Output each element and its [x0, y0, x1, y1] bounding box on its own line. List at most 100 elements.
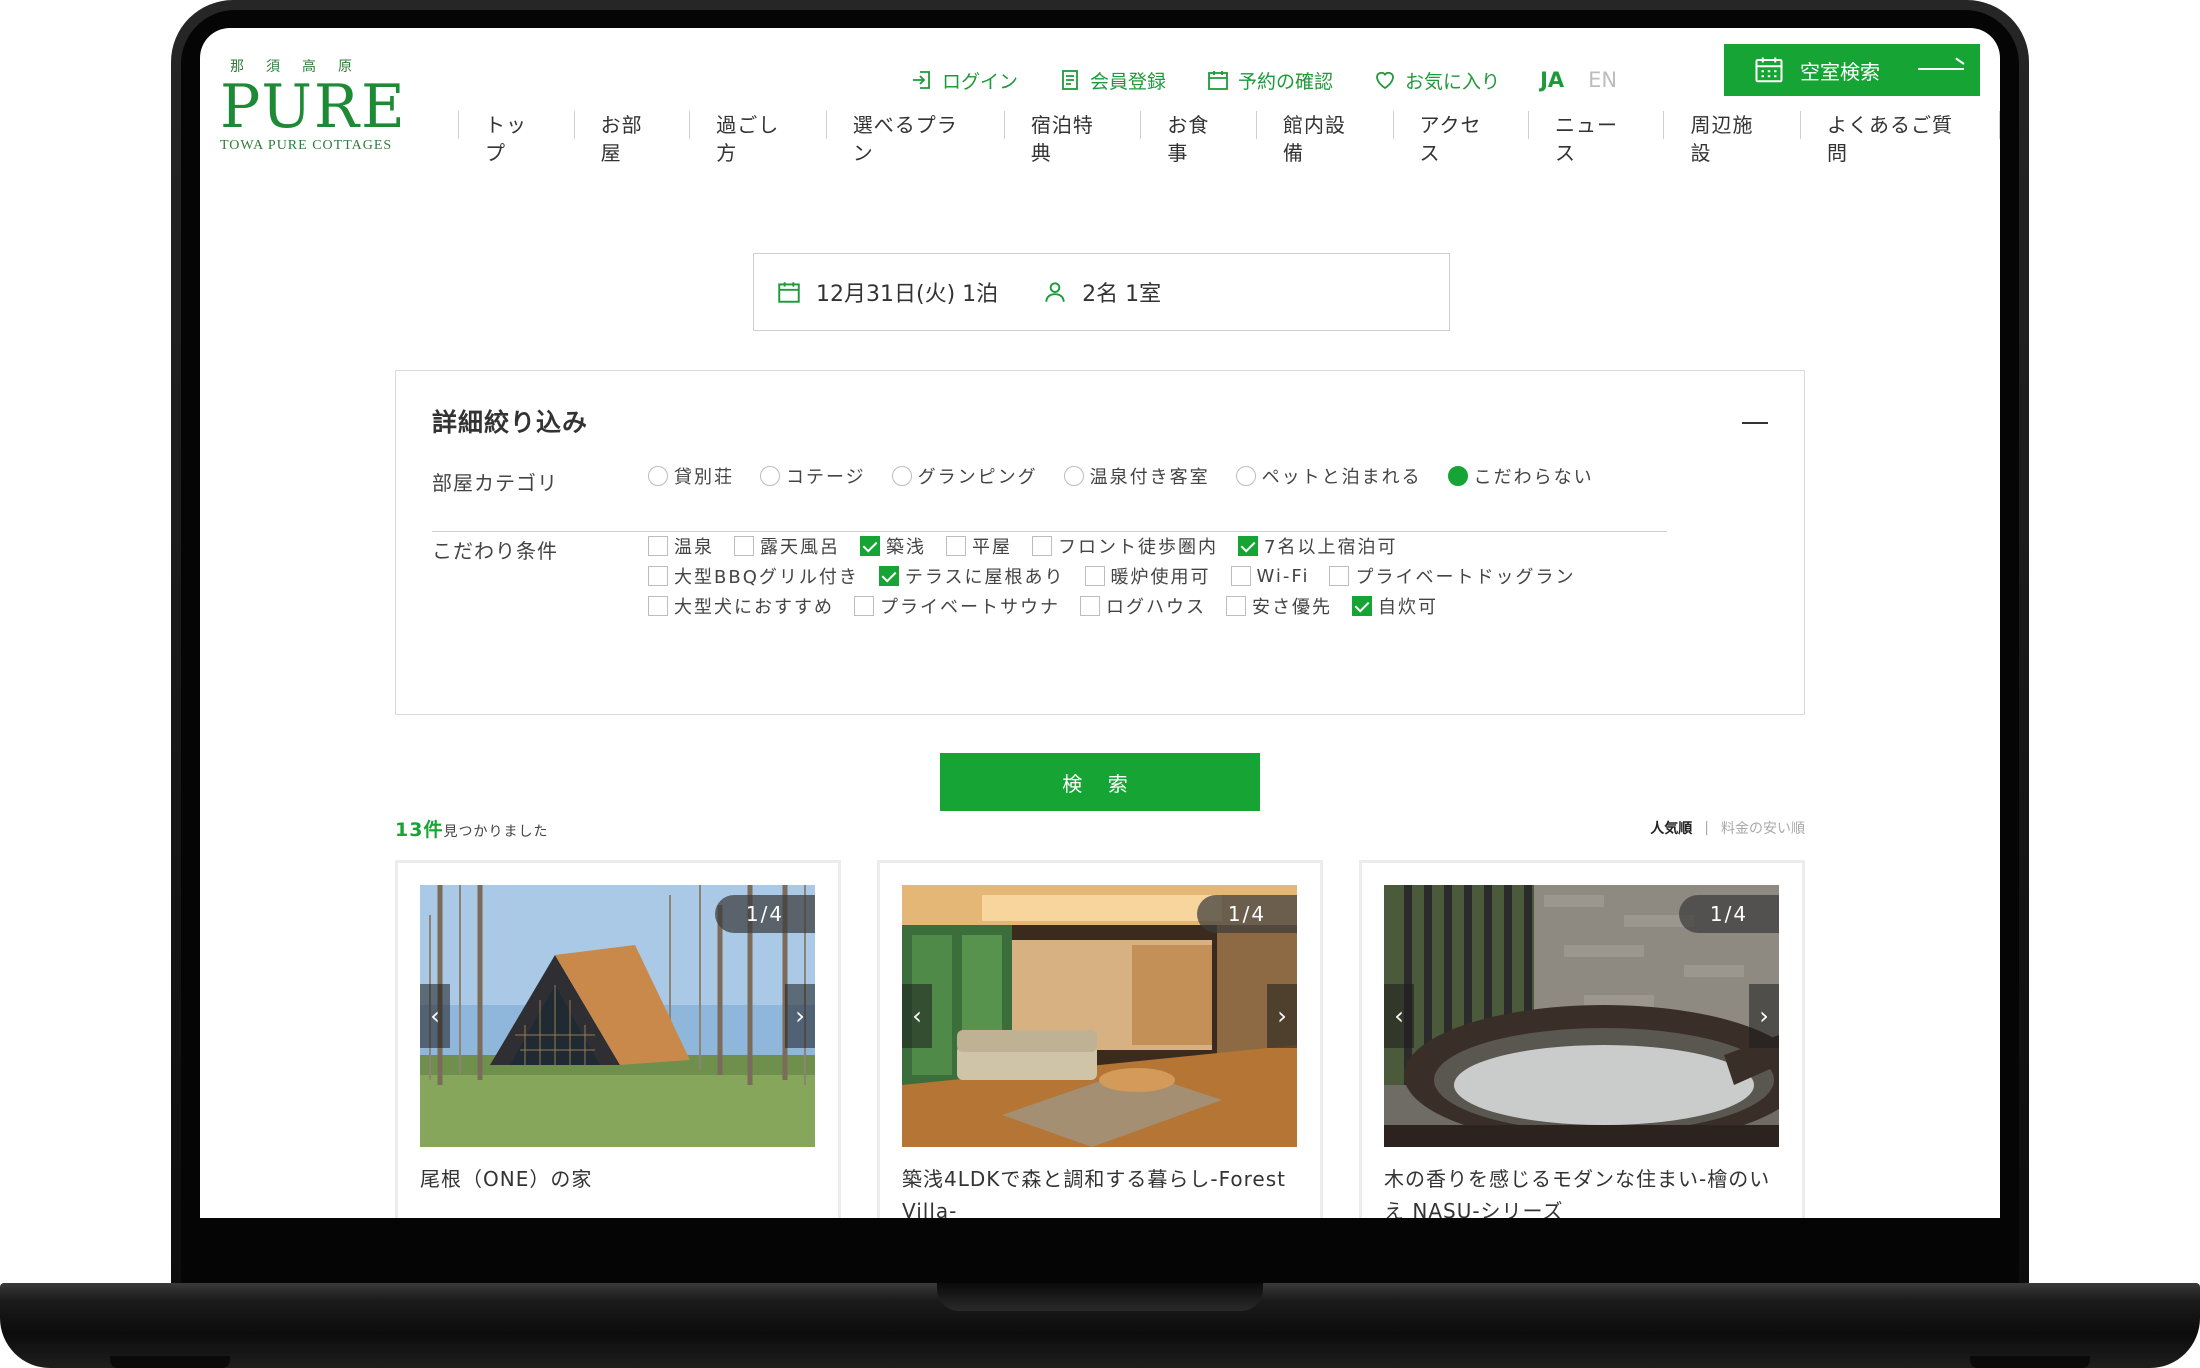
- room-card[interactable]: 1/4 ‹ › 築浅4LDKで森と調和する暮らし-Forest Villa-: [877, 860, 1323, 1218]
- condition-label: こだわり条件: [432, 539, 558, 563]
- site-logo[interactable]: 那須高原 PURE TOWA PURE COTTAGES: [220, 56, 410, 154]
- category-option-label: グランピング: [917, 467, 1038, 488]
- checkbox[interactable]: [1084, 566, 1105, 586]
- filter-title: 詳細絞り込み: [432, 408, 589, 437]
- room-photo[interactable]: 1/4 ‹ ›: [1384, 885, 1779, 1147]
- photo-pager: 1/4: [1679, 895, 1779, 933]
- summary-guests[interactable]: 2名 1室: [1042, 276, 1161, 308]
- summary-date[interactable]: 12月31日(火) 1泊: [776, 276, 998, 308]
- vacancy-search-button[interactable]: 空室検索: [1724, 44, 1980, 96]
- condition-option[interactable]: 自炊可: [1352, 593, 1438, 619]
- condition-option-label: 平屋: [972, 537, 1012, 558]
- nav-item[interactable]: トップ: [458, 111, 574, 165]
- nav-item[interactable]: ニュース: [1527, 111, 1663, 165]
- condition-option[interactable]: 温泉: [648, 533, 714, 559]
- radio-button[interactable]: [1063, 466, 1084, 486]
- condition-option-label: 大型犬におすすめ: [674, 597, 834, 618]
- search-summary[interactable]: 12月31日(火) 1泊 2名 1室: [753, 253, 1450, 331]
- prev-photo-button[interactable]: ‹: [1384, 984, 1414, 1048]
- nav-item[interactable]: 宿泊特典: [1003, 111, 1140, 165]
- radio-button[interactable]: [1447, 466, 1468, 486]
- category-label: 部屋カテゴリ: [432, 471, 558, 495]
- condition-option[interactable]: 大型犬におすすめ: [648, 593, 834, 619]
- category-option[interactable]: 貸別荘: [648, 463, 734, 489]
- room-title[interactable]: 木の香りを感じるモダンな住まい-檜のいえ NASU-シリーズ: [1384, 1163, 1784, 1218]
- nav-item[interactable]: 館内設備: [1256, 111, 1392, 165]
- sort-popular[interactable]: 人気順: [1650, 818, 1692, 838]
- checkbox[interactable]: [946, 536, 966, 556]
- search-button[interactable]: 検 索: [940, 753, 1260, 811]
- checkbox[interactable]: [1226, 596, 1246, 616]
- next-photo-button[interactable]: ›: [1749, 984, 1779, 1048]
- checkbox[interactable]: [1329, 566, 1350, 586]
- condition-option[interactable]: 安さ優先: [1226, 593, 1332, 619]
- radio-button[interactable]: [648, 466, 668, 486]
- condition-option-label: 大型BBQグリル付き: [674, 567, 859, 588]
- prev-photo-button[interactable]: ‹: [902, 984, 932, 1048]
- category-option-label: ペットと泊まれる: [1261, 467, 1422, 488]
- nav-item[interactable]: 選べるプラン: [825, 111, 1004, 165]
- condition-option[interactable]: フロント徒歩圏内: [1032, 533, 1218, 559]
- checkbox[interactable]: [648, 596, 668, 616]
- room-card[interactable]: 1/4 ‹ › 尾根（ONE）の家: [395, 860, 841, 1218]
- sort-separator: |: [1704, 820, 1709, 836]
- condition-option[interactable]: テラスに屋根あり: [878, 563, 1065, 589]
- category-option[interactable]: こだわらない: [1447, 463, 1594, 489]
- checkbox[interactable]: [1032, 536, 1052, 556]
- room-photo[interactable]: 1/4 ‹ ›: [902, 885, 1297, 1147]
- condition-option-label: 露天風呂: [760, 537, 840, 558]
- condition-option[interactable]: 暖炉使用可: [1084, 563, 1211, 589]
- condition-option[interactable]: 平屋: [946, 533, 1012, 559]
- checkbox[interactable]: [1230, 566, 1251, 586]
- radio-button[interactable]: [891, 466, 912, 486]
- login-label: ログイン: [942, 70, 1019, 93]
- checkbox[interactable]: [734, 536, 754, 556]
- condition-option[interactable]: 築浅: [860, 533, 926, 559]
- room-title[interactable]: 築浅4LDKで森と調和する暮らし-Forest Villa-: [902, 1163, 1302, 1218]
- next-photo-button[interactable]: ›: [785, 984, 815, 1048]
- condition-option[interactable]: プライベートサウナ: [854, 593, 1060, 619]
- condition-option[interactable]: 7名以上宿泊可: [1238, 533, 1397, 559]
- checkbox[interactable]: [1080, 596, 1100, 616]
- checkbox[interactable]: [648, 566, 668, 586]
- language-switcher: JA EN: [1540, 68, 1617, 92]
- checkbox[interactable]: [878, 566, 899, 586]
- condition-option[interactable]: 露天風呂: [734, 533, 840, 559]
- lang-ja[interactable]: JA: [1540, 68, 1564, 92]
- nav-item[interactable]: アクセス: [1392, 111, 1528, 165]
- nav-item[interactable]: お食事: [1140, 111, 1256, 165]
- register-link[interactable]: 会員登録: [1058, 67, 1166, 94]
- condition-option[interactable]: Wi-Fi: [1230, 566, 1310, 587]
- checkbox[interactable]: [860, 536, 880, 556]
- category-option[interactable]: グランピング: [891, 463, 1038, 489]
- condition-option[interactable]: ログハウス: [1080, 593, 1206, 619]
- checkbox[interactable]: [1238, 536, 1258, 556]
- prev-photo-button[interactable]: ‹: [420, 984, 450, 1048]
- lang-en[interactable]: EN: [1588, 68, 1617, 92]
- checkbox[interactable]: [854, 596, 874, 616]
- radio-button[interactable]: [760, 466, 780, 486]
- favorites-label: お気に入り: [1405, 70, 1501, 93]
- favorites-link[interactable]: お気に入り: [1373, 67, 1500, 94]
- nav-item[interactable]: よくあるご質問: [1799, 111, 2000, 165]
- checkbox[interactable]: [648, 536, 668, 556]
- condition-option[interactable]: プライベートドッグラン: [1329, 563, 1575, 589]
- login-link[interactable]: ログイン: [910, 67, 1018, 94]
- category-option[interactable]: 温泉付き客室: [1063, 463, 1210, 489]
- sort-cheap[interactable]: 料金の安い順: [1721, 818, 1805, 838]
- room-title[interactable]: 尾根（ONE）の家: [420, 1163, 820, 1195]
- nav-item[interactable]: 周辺施設: [1663, 111, 1799, 165]
- checkbox[interactable]: [1352, 596, 1372, 616]
- radio-button[interactable]: [1235, 466, 1256, 486]
- reservation-link[interactable]: 予約の確認: [1206, 67, 1333, 94]
- nav-item[interactable]: 過ごし方: [689, 111, 825, 165]
- collapse-toggle-icon[interactable]: [1742, 422, 1768, 424]
- category-option[interactable]: コテージ: [760, 463, 866, 489]
- next-photo-button[interactable]: ›: [1267, 984, 1297, 1048]
- room-photo[interactable]: 1/4 ‹ ›: [420, 885, 815, 1147]
- laptop-mockup: 那須高原 PURE TOWA PURE COTTAGES ログイン 会員登録 予…: [0, 0, 2200, 1368]
- nav-item[interactable]: お部屋: [573, 111, 690, 165]
- category-option[interactable]: ペットと泊まれる: [1235, 463, 1422, 489]
- condition-option[interactable]: 大型BBQグリル付き: [648, 563, 859, 589]
- room-card[interactable]: 1/4 ‹ › 木の香りを感じるモダンな住まい-檜のいえ NASU-シリーズ: [1359, 860, 1805, 1218]
